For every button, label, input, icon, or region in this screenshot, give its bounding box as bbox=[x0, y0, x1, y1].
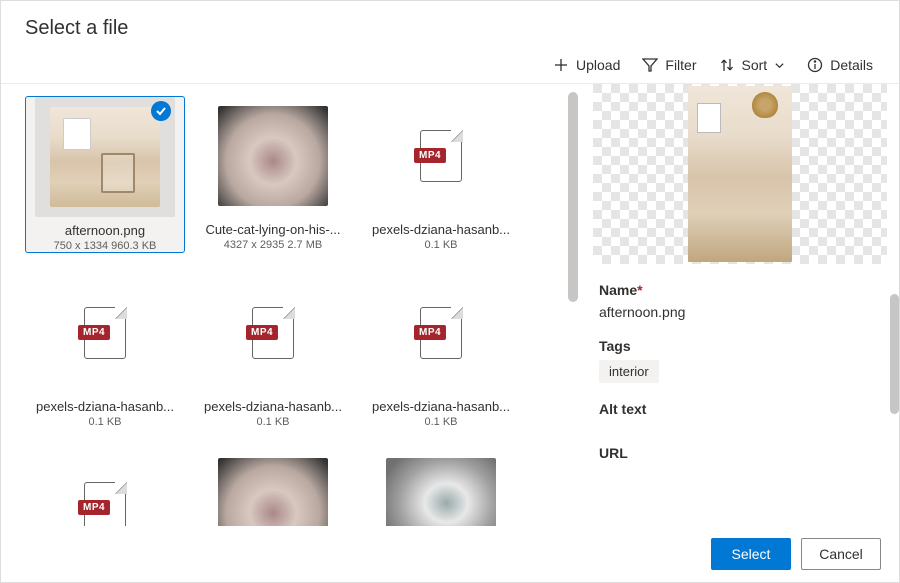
mp4-icon: MP4 bbox=[84, 307, 126, 359]
file-name: pexels-dziana-hasanb... bbox=[204, 399, 342, 414]
chevron-down-icon bbox=[774, 60, 785, 71]
file-item[interactable]: afternoon.png 750 x 1334 960.3 KB bbox=[25, 96, 185, 253]
image-thumbnail bbox=[218, 106, 328, 206]
cancel-button[interactable]: Cancel bbox=[801, 538, 881, 570]
file-thumbnail: MP4 bbox=[371, 96, 511, 216]
file-name: pexels-dziana-hasanb... bbox=[36, 399, 174, 414]
file-meta: 0.1 KB bbox=[256, 416, 289, 428]
file-item[interactable]: MP4 pexels-dziana-hasanb... 0.1 KB bbox=[193, 273, 353, 428]
upload-label: Upload bbox=[576, 57, 620, 73]
upload-button[interactable]: Upload bbox=[553, 57, 620, 73]
file-name: afternoon.png bbox=[65, 223, 145, 238]
file-meta: 750 x 1334 960.3 KB bbox=[54, 240, 157, 252]
file-item[interactable]: Cute-cat-lying-on-his-... 4327 x 2935 2.7… bbox=[193, 96, 353, 253]
required-asterisk: * bbox=[637, 282, 642, 298]
file-meta: 0.1 KB bbox=[424, 239, 457, 251]
selected-check-icon bbox=[151, 101, 171, 121]
metadata-form: Name* afternoon.png Tags interior Alt te… bbox=[593, 264, 887, 467]
filter-label: Filter bbox=[665, 57, 696, 73]
file-meta: 0.1 KB bbox=[424, 416, 457, 428]
select-button[interactable]: Select bbox=[711, 538, 791, 570]
close-button[interactable] bbox=[867, 15, 875, 41]
mp4-badge: MP4 bbox=[78, 325, 110, 340]
sort-label: Sort bbox=[742, 57, 768, 73]
file-meta: 4327 x 2935 2.7 MB bbox=[224, 239, 322, 251]
sort-icon bbox=[719, 57, 735, 73]
file-grid-area: afternoon.png 750 x 1334 960.3 KB Cute-cat… bbox=[1, 84, 578, 542]
dialog-header: Select a file bbox=[1, 1, 899, 51]
info-icon bbox=[807, 57, 823, 73]
url-label: URL bbox=[599, 445, 879, 461]
dialog-footer: Select Cancel bbox=[1, 526, 899, 582]
dialog-title: Select a file bbox=[25, 17, 128, 40]
plus-icon bbox=[553, 57, 569, 73]
grid-scrollbar[interactable] bbox=[568, 92, 578, 302]
name-label: Name* bbox=[599, 282, 879, 298]
file-item[interactable]: MP4 pexels-dziana-hasanb... 0.1 KB bbox=[361, 273, 521, 428]
mp4-badge: MP4 bbox=[246, 325, 278, 340]
mp4-badge: MP4 bbox=[78, 500, 110, 515]
alttext-value[interactable] bbox=[599, 423, 879, 445]
panel-scrollbar[interactable] bbox=[890, 294, 899, 414]
name-value[interactable]: afternoon.png bbox=[599, 304, 879, 320]
preview-area bbox=[593, 84, 887, 264]
alttext-label: Alt text bbox=[599, 401, 879, 417]
file-item[interactable]: MP4 pexels-dziana-hasanb... 0.1 KB bbox=[25, 273, 185, 428]
file-name: pexels-dziana-hasanb... bbox=[372, 222, 510, 237]
details-button[interactable]: Details bbox=[807, 57, 873, 73]
toolbar: Upload Filter Sort Details bbox=[1, 51, 899, 83]
file-thumbnail: MP4 bbox=[203, 273, 343, 393]
details-panel: Name* afternoon.png Tags interior Alt te… bbox=[579, 84, 899, 542]
file-thumbnail: MP4 bbox=[35, 273, 175, 393]
mp4-icon: MP4 bbox=[420, 307, 462, 359]
image-thumbnail bbox=[50, 107, 160, 207]
sort-button[interactable]: Sort bbox=[719, 57, 786, 73]
mp4-badge: MP4 bbox=[414, 148, 446, 163]
file-thumbnail bbox=[35, 97, 175, 217]
file-thumbnail: MP4 bbox=[371, 273, 511, 393]
mp4-icon: MP4 bbox=[420, 130, 462, 182]
tag-chip[interactable]: interior bbox=[599, 360, 659, 383]
tags-label: Tags bbox=[599, 338, 879, 354]
filter-icon bbox=[642, 57, 658, 73]
file-thumbnail bbox=[203, 96, 343, 216]
filter-button[interactable]: Filter bbox=[642, 57, 696, 73]
mp4-badge: MP4 bbox=[414, 325, 446, 340]
file-meta: 0.1 KB bbox=[88, 416, 121, 428]
dialog-body: afternoon.png 750 x 1334 960.3 KB Cute-cat… bbox=[1, 84, 899, 542]
preview-image bbox=[688, 86, 792, 262]
details-label: Details bbox=[830, 57, 873, 73]
mp4-icon: MP4 bbox=[252, 307, 294, 359]
file-name: pexels-dziana-hasanb... bbox=[372, 399, 510, 414]
file-name: Cute-cat-lying-on-his-... bbox=[205, 222, 340, 237]
file-grid: afternoon.png 750 x 1334 960.3 KB Cute-cat… bbox=[25, 96, 572, 542]
file-item[interactable]: MP4 pexels-dziana-hasanb... 0.1 KB bbox=[361, 96, 521, 253]
